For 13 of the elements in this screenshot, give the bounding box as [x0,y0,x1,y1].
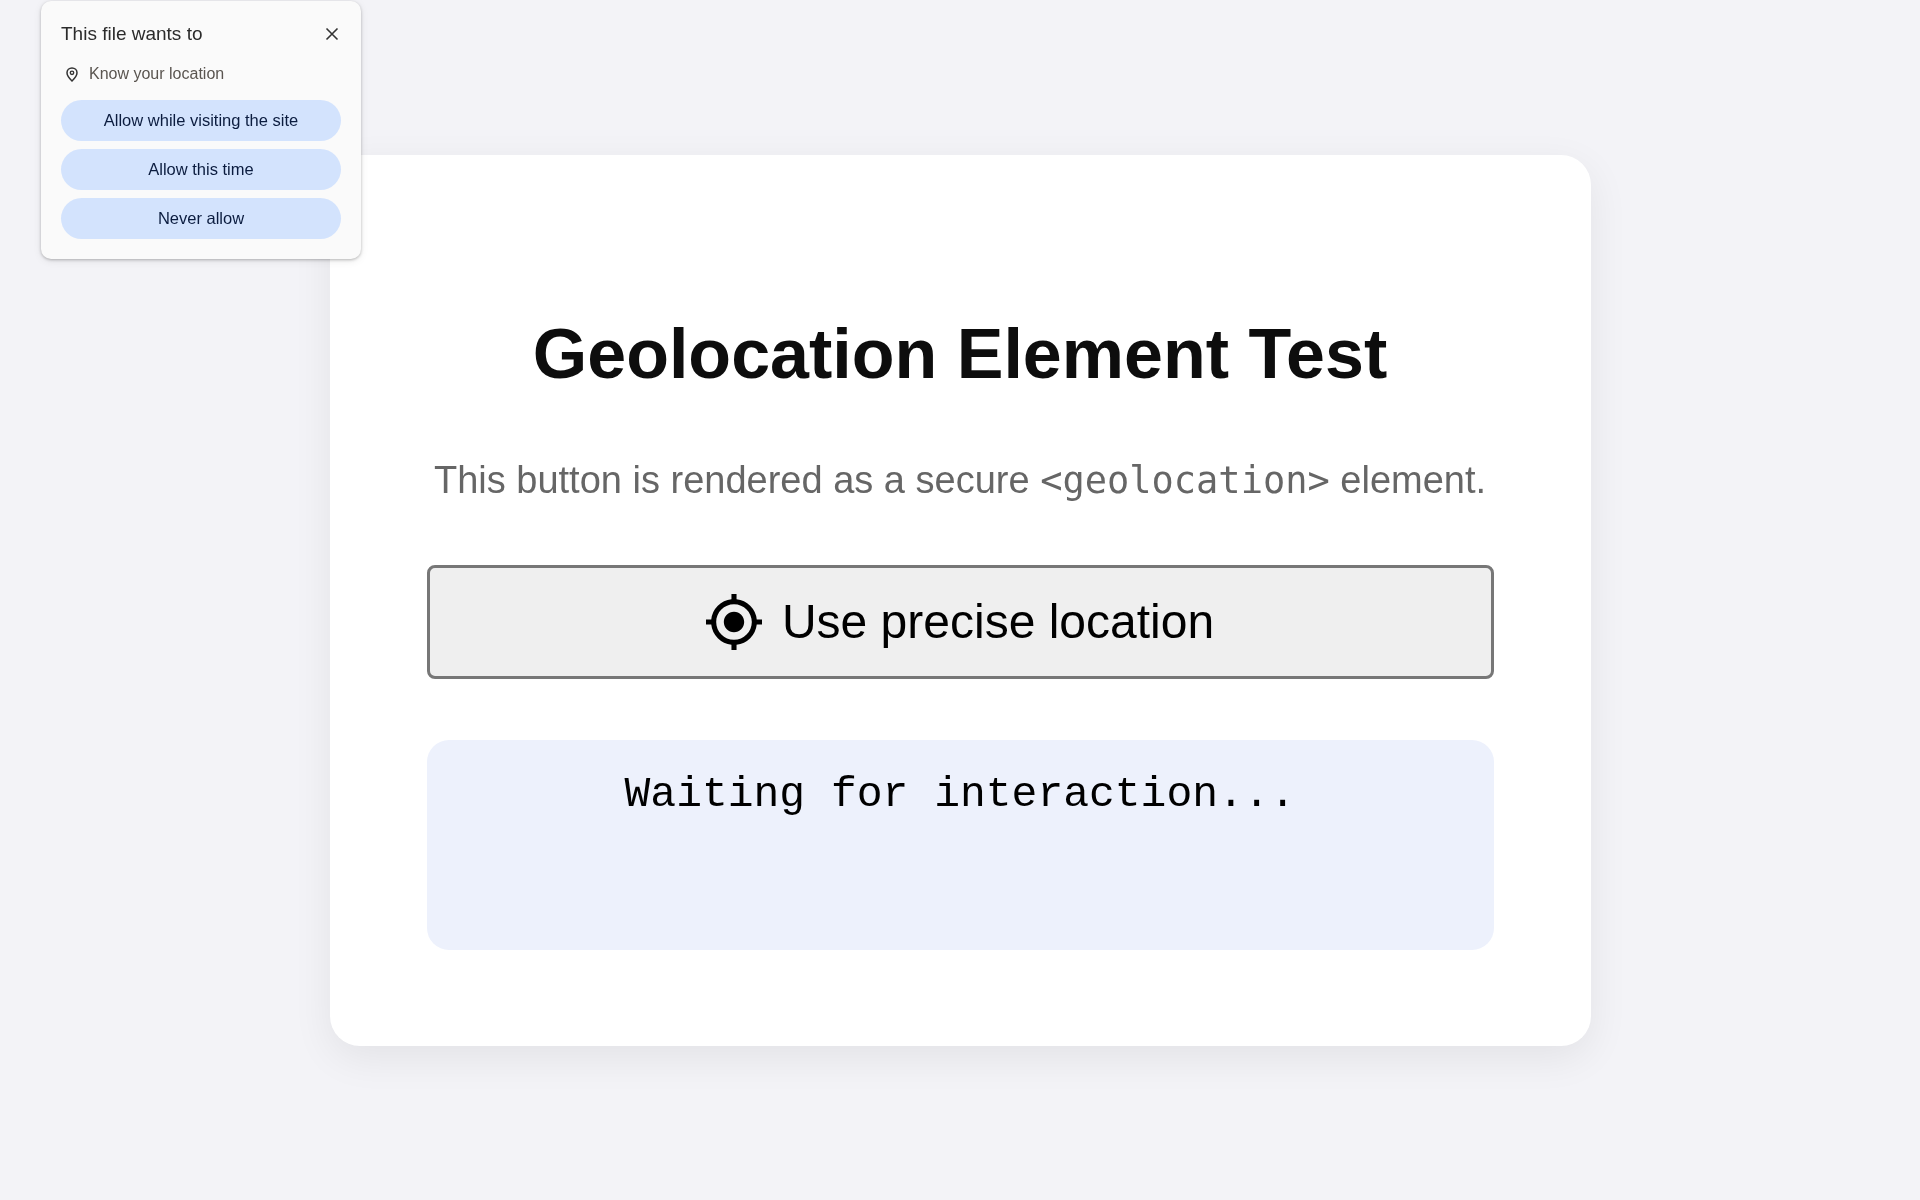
permission-option-button[interactable]: Allow this time [61,149,341,190]
permission-label: Know your location [89,64,225,84]
location-pin-icon [66,66,78,82]
status-text: Waiting for interaction... [624,768,1296,821]
permission-option-button[interactable]: Never allow [61,198,341,239]
close-button[interactable] [325,27,339,41]
permission-option-button[interactable]: Allow while visiting the site [61,100,341,141]
use-location-button[interactable]: Use precise location [426,564,1494,679]
close-icon [325,27,339,41]
popup-title: This file wants to [61,22,203,46]
crosshair-target-icon [705,593,762,650]
page-title: Geolocation Element Test [531,313,1389,395]
description-text: This button is rendered as a secure <geolocation> element. [432,457,1488,504]
